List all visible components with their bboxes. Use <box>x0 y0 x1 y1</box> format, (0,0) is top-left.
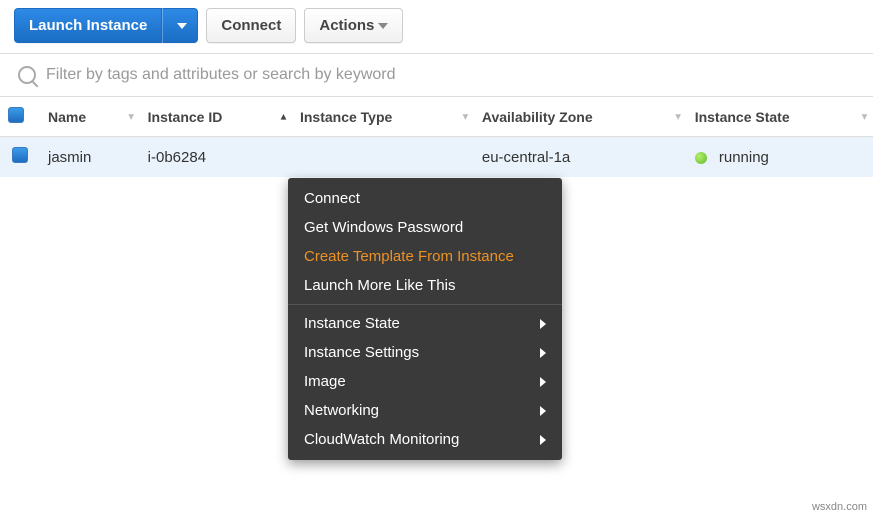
submenu-caret-icon <box>540 348 546 358</box>
sort-icon: ▾ <box>463 111 468 122</box>
ctx-template-label: Create Template From Instance <box>304 248 514 265</box>
cell-instance-state: running <box>687 137 873 178</box>
actions-label: Actions <box>319 17 374 34</box>
submenu-caret-icon <box>540 377 546 387</box>
table-row[interactable]: jasmin i-0b6284 eu-central-1a running <box>0 137 873 178</box>
sort-icon: ▾ <box>129 111 134 122</box>
select-all-header[interactable] <box>0 97 40 137</box>
ctx-separator <box>288 304 562 305</box>
table-header-row: Name ▾ Instance ID ▴ Instance Type ▾ Ava… <box>0 97 873 137</box>
col-instance-type[interactable]: Instance Type ▾ <box>292 97 474 137</box>
toolbar: Launch Instance Connect Actions <box>0 0 873 53</box>
col-instance-type-label: Instance Type <box>300 109 392 125</box>
col-state-label: Instance State <box>695 109 790 125</box>
checkbox-icon <box>8 107 24 123</box>
context-menu: Connect Get Windows Password Create Temp… <box>288 178 562 460</box>
ctx-image-label: Image <box>304 373 346 390</box>
col-instance-id-label: Instance ID <box>148 109 223 125</box>
col-instance-state[interactable]: Instance State ▾ <box>687 97 873 137</box>
ctx-launch-more-label: Launch More Like This <box>304 277 455 294</box>
ctx-connect[interactable]: Connect <box>288 184 562 213</box>
col-az-label: Availability Zone <box>482 109 593 125</box>
ctx-connect-label: Connect <box>304 190 360 207</box>
ctx-instance-state-label: Instance State <box>304 315 400 332</box>
launch-instance-dropdown[interactable] <box>162 8 198 43</box>
col-instance-id[interactable]: Instance ID ▴ <box>140 97 292 137</box>
sort-icon: ▾ <box>862 111 867 122</box>
ctx-get-windows-password[interactable]: Get Windows Password <box>288 213 562 242</box>
filter-input[interactable] <box>46 66 859 84</box>
sort-icon: ▾ <box>676 111 681 122</box>
row-checkbox-cell[interactable] <box>0 137 40 178</box>
watermark: wsxdn.com <box>812 501 867 513</box>
actions-button[interactable]: Actions <box>304 8 403 43</box>
cell-instance-id: i-0b6284 <box>140 137 292 178</box>
submenu-caret-icon <box>540 406 546 416</box>
ctx-cloudwatch[interactable]: CloudWatch Monitoring <box>288 425 562 454</box>
col-availability-zone[interactable]: Availability Zone ▾ <box>474 97 687 137</box>
ctx-networking[interactable]: Networking <box>288 396 562 425</box>
search-icon <box>18 66 36 84</box>
ctx-gwp-label: Get Windows Password <box>304 219 463 236</box>
filter-bar <box>0 53 873 96</box>
checkbox-icon <box>12 147 28 163</box>
submenu-caret-icon <box>540 319 546 329</box>
state-label: running <box>719 149 769 166</box>
instances-table: Name ▾ Instance ID ▴ Instance Type ▾ Ava… <box>0 96 873 177</box>
col-name-label: Name <box>48 109 86 125</box>
ctx-image[interactable]: Image <box>288 367 562 396</box>
cell-instance-type <box>292 137 474 178</box>
status-running-icon <box>695 152 707 164</box>
ctx-launch-more[interactable]: Launch More Like This <box>288 271 562 300</box>
ctx-create-template[interactable]: Create Template From Instance <box>288 242 562 271</box>
ctx-cloudwatch-label: CloudWatch Monitoring <box>304 431 459 448</box>
launch-instance-split-button: Launch Instance <box>14 8 198 43</box>
caret-down-icon <box>378 23 388 29</box>
caret-down-icon <box>177 23 187 29</box>
cell-name: jasmin <box>40 137 140 178</box>
col-name[interactable]: Name ▾ <box>40 97 140 137</box>
ctx-instance-settings[interactable]: Instance Settings <box>288 338 562 367</box>
submenu-caret-icon <box>540 435 546 445</box>
connect-button[interactable]: Connect <box>206 8 296 43</box>
launch-instance-button[interactable]: Launch Instance <box>14 8 162 43</box>
ctx-instance-state[interactable]: Instance State <box>288 309 562 338</box>
cell-availability-zone: eu-central-1a <box>474 137 687 178</box>
sort-asc-icon: ▴ <box>281 111 286 122</box>
ctx-instance-settings-label: Instance Settings <box>304 344 419 361</box>
ctx-networking-label: Networking <box>304 402 379 419</box>
